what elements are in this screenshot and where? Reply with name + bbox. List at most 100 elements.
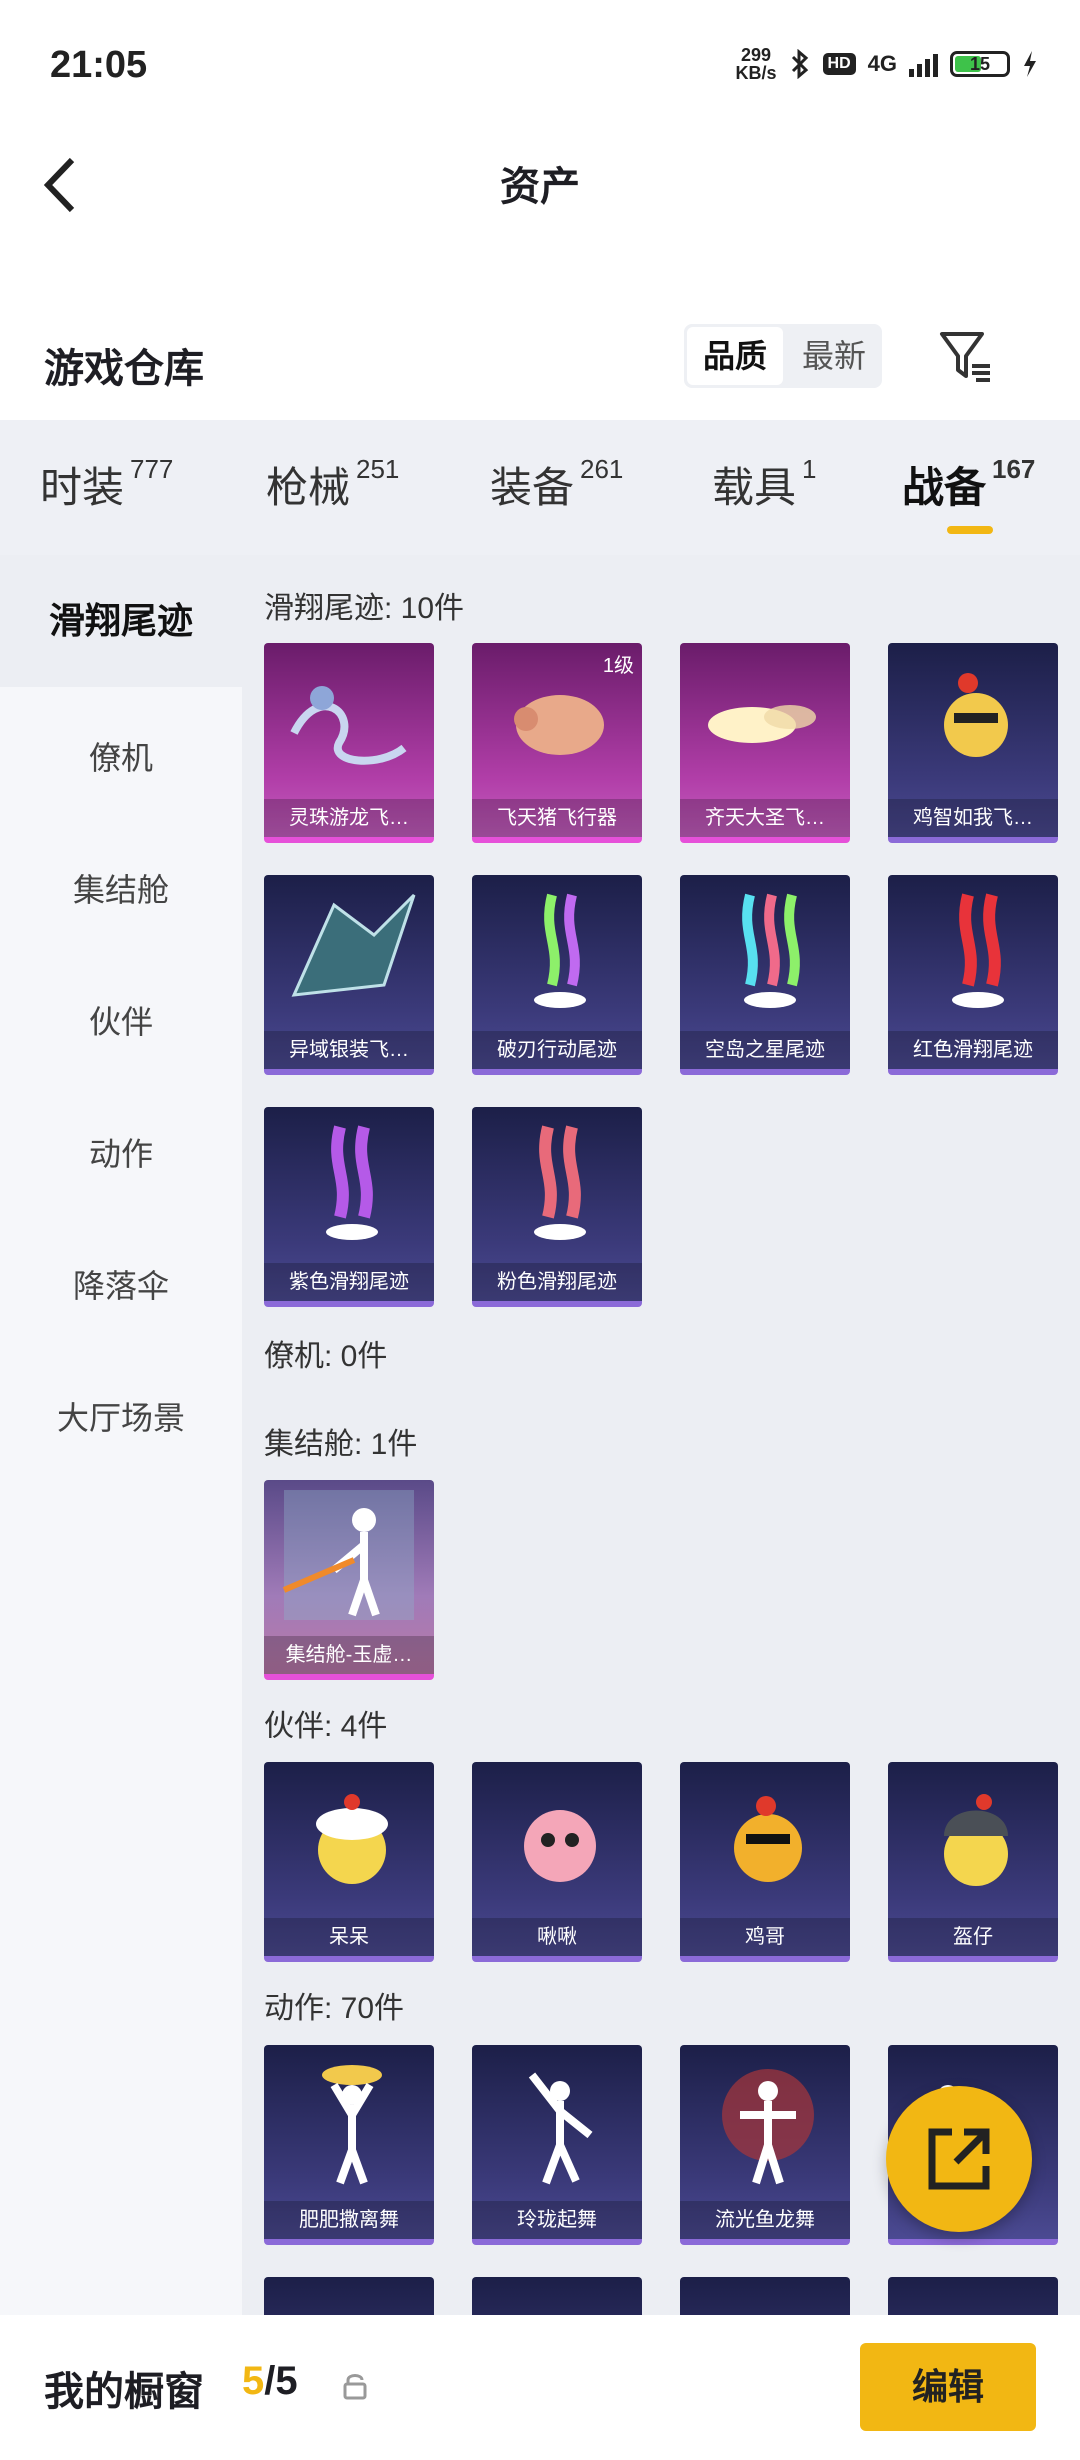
tab-equipment[interactable]: 装备 261 <box>490 454 623 515</box>
sidebar-item-wingman[interactable]: 僚机 <box>0 733 242 779</box>
tab-count: 251 <box>356 454 400 484</box>
item-card[interactable]: 1级 飞天猪飞行器 <box>472 643 642 843</box>
share-icon <box>928 2128 990 2190</box>
network-speed-value: 299 <box>741 45 772 65</box>
item-card[interactable]: 鸡哥 <box>680 1762 850 1962</box>
item-card[interactable]: 肥肥撒离舞 <box>264 2045 434 2245</box>
edit-button[interactable]: 编辑 <box>860 2343 1036 2431</box>
tab-label: 装备 <box>490 464 575 511</box>
item-card[interactable] <box>472 2277 642 2315</box>
network-speed-unit: KB/s <box>735 63 777 83</box>
signal-icon <box>909 51 938 77</box>
item-name: 啾啾 <box>472 1918 642 1956</box>
dancer-icon <box>528 2072 593 2185</box>
bottom-bar: 我的橱窗 5/5 编辑 <box>0 2315 1080 2460</box>
item-name: 盔仔 <box>888 1918 1058 1956</box>
item-card[interactable]: 玲珑起舞 <box>472 2045 642 2245</box>
sidebar-item-glide-trail[interactable]: 滑翔尾迹 <box>0 555 242 687</box>
item-card[interactable]: 紫色滑翔尾迹 <box>264 1107 434 1307</box>
item-name: 紫色滑翔尾迹 <box>264 1263 434 1301</box>
item-name: 异域银装飞… <box>264 1031 434 1069</box>
item-list: 滑翔尾迹: 10件 灵珠游龙飞… 1级 飞天猪飞行器 齐天大圣飞… 鸡智如我飞…… <box>242 555 1080 2315</box>
sidebar-item-parachute[interactable]: 降落伞 <box>0 1261 242 1307</box>
item-card[interactable]: 啾啾 <box>472 1762 642 1962</box>
section-title-glide: 滑翔尾迹: 10件 <box>264 592 465 625</box>
chicken-icon <box>944 673 1008 757</box>
status-icons: 299 KB/s HD 4G 15 <box>736 46 1038 82</box>
trail-icon <box>326 1125 378 1240</box>
battery-icon: 15 <box>950 51 1010 77</box>
item-name: 灵珠游龙飞… <box>264 799 434 837</box>
hd-badge: HD <box>822 53 856 75</box>
section-title-wingman: 僚机: 0件 <box>264 1340 388 1373</box>
category-tabs: 时装 777 枪械 251 装备 261 载具 1 战备 167 <box>0 420 1080 555</box>
item-name: 玲珑起舞 <box>472 2201 642 2239</box>
sort-latest-button[interactable]: 最新 <box>786 324 882 388</box>
section-title-partner: 伙伴: 4件 <box>264 1710 388 1743</box>
item-card[interactable]: 鸡智如我飞… <box>888 643 1058 843</box>
item-card[interactable] <box>680 2277 850 2315</box>
item-card[interactable]: 集结舱-玉虚… <box>264 1480 434 1680</box>
item-name: 粉色滑翔尾迹 <box>472 1263 642 1301</box>
item-name: 齐天大圣飞… <box>680 799 850 837</box>
chick-icon <box>316 1794 388 1884</box>
cloud-icon <box>708 705 816 743</box>
warehouse-header: 游戏仓库 品质 最新 <box>0 320 1080 420</box>
dancer-icon <box>322 2065 382 2185</box>
item-card[interactable]: 异域银装飞… <box>264 875 434 1075</box>
sidebar-item-partner[interactable]: 伙伴 <box>0 997 242 1043</box>
sidebar-item-emote[interactable]: 动作 <box>0 1129 242 1175</box>
network-type: 4G <box>867 51 897 76</box>
sidebar-item-pod[interactable]: 集结舱 <box>0 865 242 911</box>
page-title: 资产 <box>500 165 580 209</box>
section-title-emote: 动作: 70件 <box>264 1992 405 2025</box>
tab-battle-gear[interactable]: 战备 167 <box>902 454 1036 534</box>
tab-label: 枪械 <box>266 464 351 511</box>
item-name: 鸡哥 <box>680 1918 850 1956</box>
active-tab-indicator <box>947 526 993 534</box>
flying-pig-icon <box>514 695 604 755</box>
item-card[interactable]: 呆呆 <box>264 1762 434 1962</box>
section-title-pod: 集结舱: 1件 <box>264 1428 418 1461</box>
item-name: 呆呆 <box>264 1918 434 1956</box>
sort-quality-button[interactable]: 品质 <box>687 327 784 385</box>
item-name: 流光鱼龙舞 <box>680 2201 850 2239</box>
item-card[interactable] <box>264 2277 434 2315</box>
category-sidebar: 滑翔尾迹 僚机 集结舱 伙伴 动作 降落伞 大厅场景 <box>0 555 242 2315</box>
item-card[interactable] <box>888 2277 1058 2315</box>
item-card[interactable]: 空岛之星尾迹 <box>680 875 850 1075</box>
item-card[interactable]: 齐天大圣飞… <box>680 643 850 843</box>
charging-icon <box>1024 51 1036 77</box>
item-card[interactable]: 红色滑翔尾迹 <box>888 875 1058 1075</box>
tab-count: 777 <box>130 454 174 484</box>
showcase-label: 我的橱窗 <box>44 2370 204 2414</box>
dragon-icon <box>290 686 407 765</box>
dancer-icon <box>722 2069 814 2185</box>
battery-level: 15 <box>969 54 991 74</box>
tab-label: 载具 <box>712 464 797 511</box>
item-card[interactable]: 灵珠游龙飞… <box>264 643 434 843</box>
helmet-chick-icon <box>944 1794 1008 1886</box>
tab-fashion[interactable]: 时装 777 <box>40 454 173 515</box>
trail-icon <box>534 893 586 1008</box>
app-header: 资产 <box>0 140 1080 320</box>
item-name: 空岛之星尾迹 <box>680 1031 850 1069</box>
tab-count: 167 <box>992 454 1036 484</box>
item-card[interactable]: 破刃行动尾迹 <box>472 875 642 1075</box>
tab-guns[interactable]: 枪械 251 <box>266 454 399 515</box>
item-card[interactable]: 粉色滑翔尾迹 <box>472 1107 642 1307</box>
tab-vehicles[interactable]: 载具 1 <box>712 454 816 515</box>
sort-toggle: 品质 最新 <box>684 324 883 388</box>
item-card[interactable]: 盔仔 <box>888 1762 1058 1962</box>
network-speed: 299 KB/s <box>736 46 777 82</box>
filter-icon[interactable] <box>936 326 996 386</box>
tab-count: 1 <box>802 454 817 484</box>
item-name: 肥肥撒离舞 <box>264 2201 434 2239</box>
showcase-count-current: 5 <box>242 2359 265 2403</box>
bluetooth-icon <box>791 49 808 79</box>
status-time: 21:05 <box>50 44 148 86</box>
sidebar-item-lobby-scene[interactable]: 大厅场景 <box>0 1393 242 1439</box>
share-button[interactable] <box>886 2086 1032 2232</box>
warehouse-title: 游戏仓库 <box>44 347 204 391</box>
item-card[interactable]: 流光鱼龙舞 <box>680 2045 850 2245</box>
